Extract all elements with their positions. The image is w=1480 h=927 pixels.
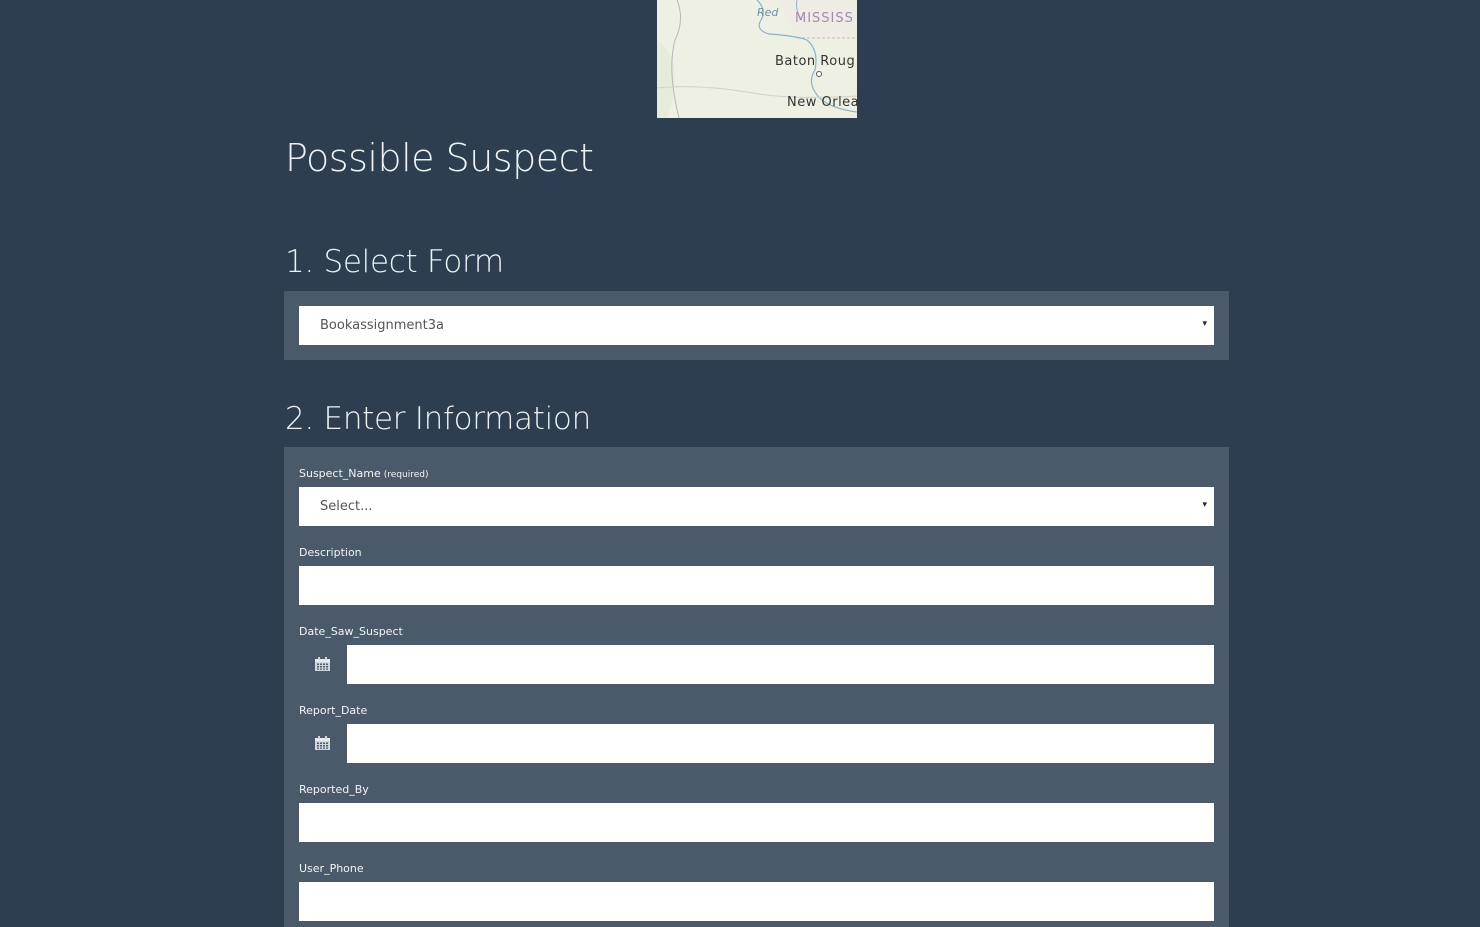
calendar-icon[interactable] [315,657,330,671]
section-title-enter-information: 2. Enter Information [285,401,591,437]
description-input[interactable] [299,566,1214,605]
reported-by-input[interactable] [299,803,1214,842]
reported-by-label: Reported_By [299,783,369,796]
description-label: Description [299,546,362,559]
report-date-label: Report_Date [299,704,368,717]
suspect-name-label-text: Suspect_Name [299,467,381,480]
calendar-icon[interactable] [315,736,330,750]
form-select-value: Bookassignment3a [320,318,444,333]
map-river-label: Red [757,6,779,19]
user-phone-input[interactable] [299,882,1214,921]
required-note: (required) [383,470,429,480]
page-title: Possible Suspect [285,136,594,180]
form-select-dropdown[interactable]: Bookassignment3a ▾ [299,306,1214,345]
date-saw-suspect-label: Date_Saw_Suspect [299,625,403,638]
map-thumbnail[interactable]: Red MISSISS Baton Roug New Orlea [657,0,857,118]
section-title-select-form: 1. Select Form [285,244,504,280]
date-saw-suspect-input[interactable] [347,645,1214,684]
chevron-down-icon: ▾ [1202,500,1207,510]
map-city-label: Baton Roug [775,54,856,69]
suspect-name-value: Select... [320,499,373,514]
form-select-panel: Bookassignment3a ▾ [284,291,1229,360]
suspect-name-label: Suspect_Name (required) [299,467,428,480]
map-state-label: MISSISS [795,11,854,26]
report-date-input[interactable] [347,724,1214,763]
chevron-down-icon: ▾ [1202,319,1207,329]
user-phone-label: User_Phone [299,862,364,875]
information-panel: Suspect_Name (required) Select... ▾ Descr… [284,447,1229,927]
map-city-label: New Orlea [787,95,857,110]
suspect-name-select[interactable]: Select... ▾ [299,487,1214,526]
